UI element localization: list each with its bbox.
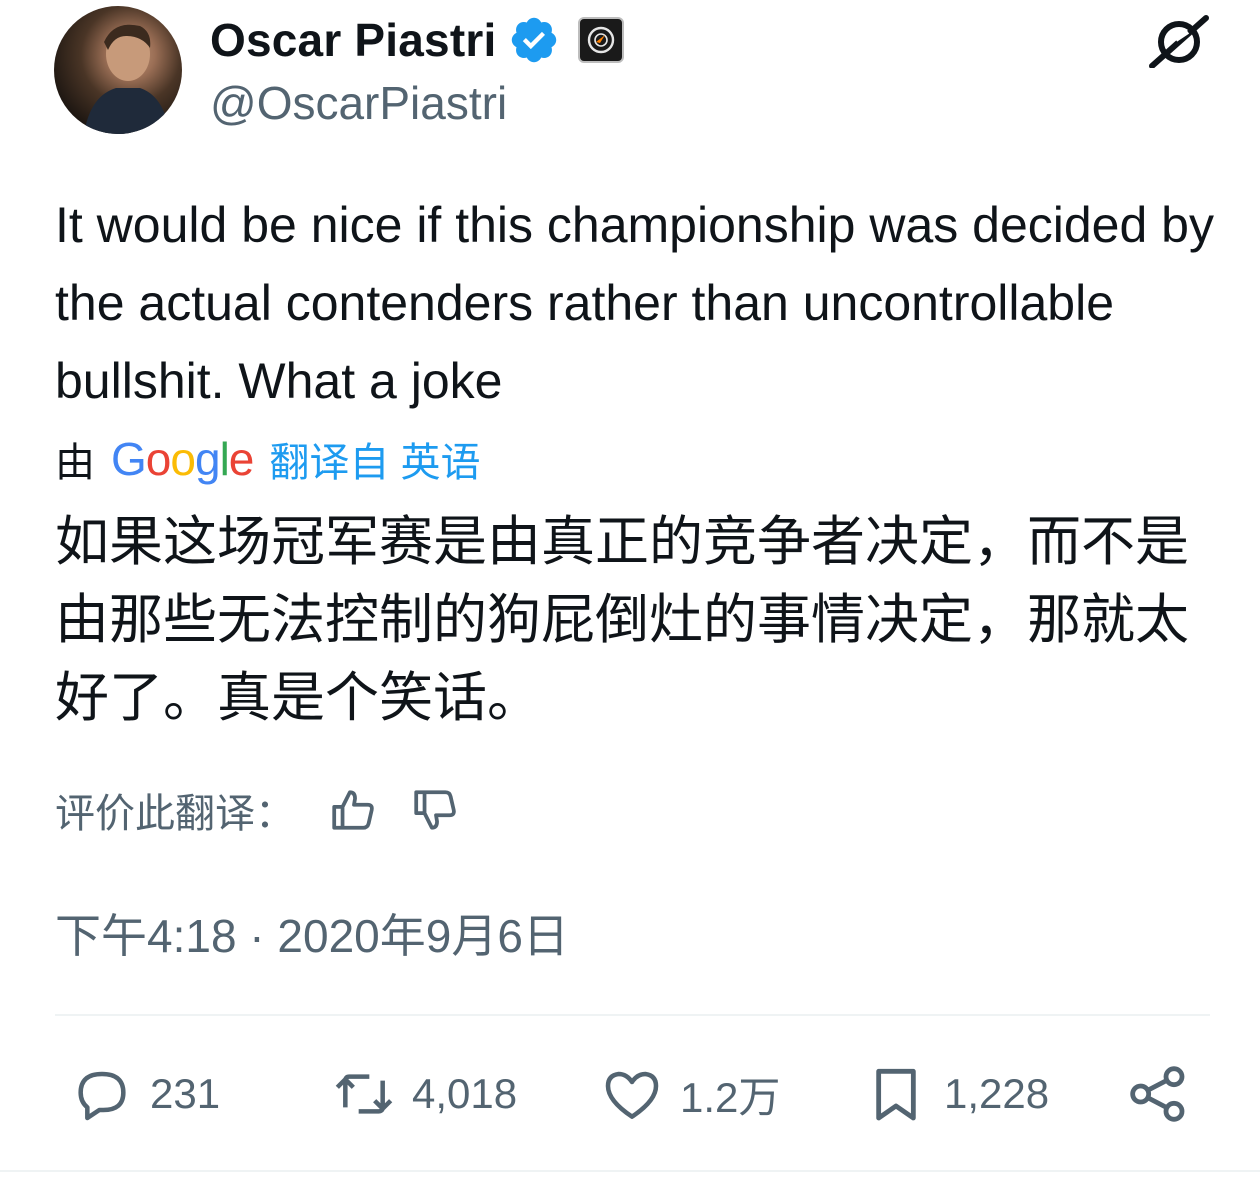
bookmark-count: 1,228 [944,1070,1050,1117]
action-bar: 231 4,018 1.2万 1,228 [0,1058,1260,1136]
reply-count: 231 [150,1070,221,1117]
affiliate-logo-icon[interactable] [578,17,625,63]
rate-translation-label: 评价此翻译： [55,792,295,836]
share-icon [1130,1066,1185,1122]
rate-translation-row: 评价此翻译： [55,780,461,840]
bookmark-icon [876,1068,916,1121]
like-button[interactable]: 1.2万 [600,1062,780,1126]
bookmark-button[interactable]: 1,228 [864,1062,1049,1126]
retweet-button[interactable]: 4,018 [332,1062,517,1126]
translated-from-link[interactable]: 翻译自 英语 [269,430,480,488]
author-name-row: Oscar Piastri [210,10,625,70]
author-avatar[interactable] [54,6,182,134]
retweet-icon [335,1074,393,1114]
tweet-text: It would be nice if this championship wa… [55,197,1214,409]
tweet-timestamp[interactable]: 下午4:18 · 2020年9月6日 [55,900,569,966]
translation-attribution: 由 Google 翻译自 英语 [55,432,481,486]
bottom-divider [0,1170,1260,1172]
verified-badge-icon[interactable] [508,14,560,66]
thumbs-down-icon[interactable] [411,785,461,835]
grok-icon[interactable] [1148,14,1210,68]
google-logo: Google [111,433,254,485]
translated-by-label: 由 [55,441,95,485]
translated-text: 如果这场冠军赛是由真正的竞争者决定，而不是由那些无法控制的狗屁倒灶的事情决定，那… [55,512,1189,728]
reply-button[interactable]: 231 [70,1062,220,1126]
share-button[interactable] [1126,1062,1190,1126]
heart-icon [605,1071,659,1119]
author-handle[interactable]: @OscarPiastri [210,76,507,130]
reply-icon [78,1071,126,1121]
thumbs-up-icon[interactable] [329,785,379,835]
like-count: 1.2万 [680,1073,781,1121]
divider [55,1014,1210,1016]
retweet-count: 4,018 [412,1070,518,1117]
author-name[interactable]: Oscar Piastri [210,13,496,67]
